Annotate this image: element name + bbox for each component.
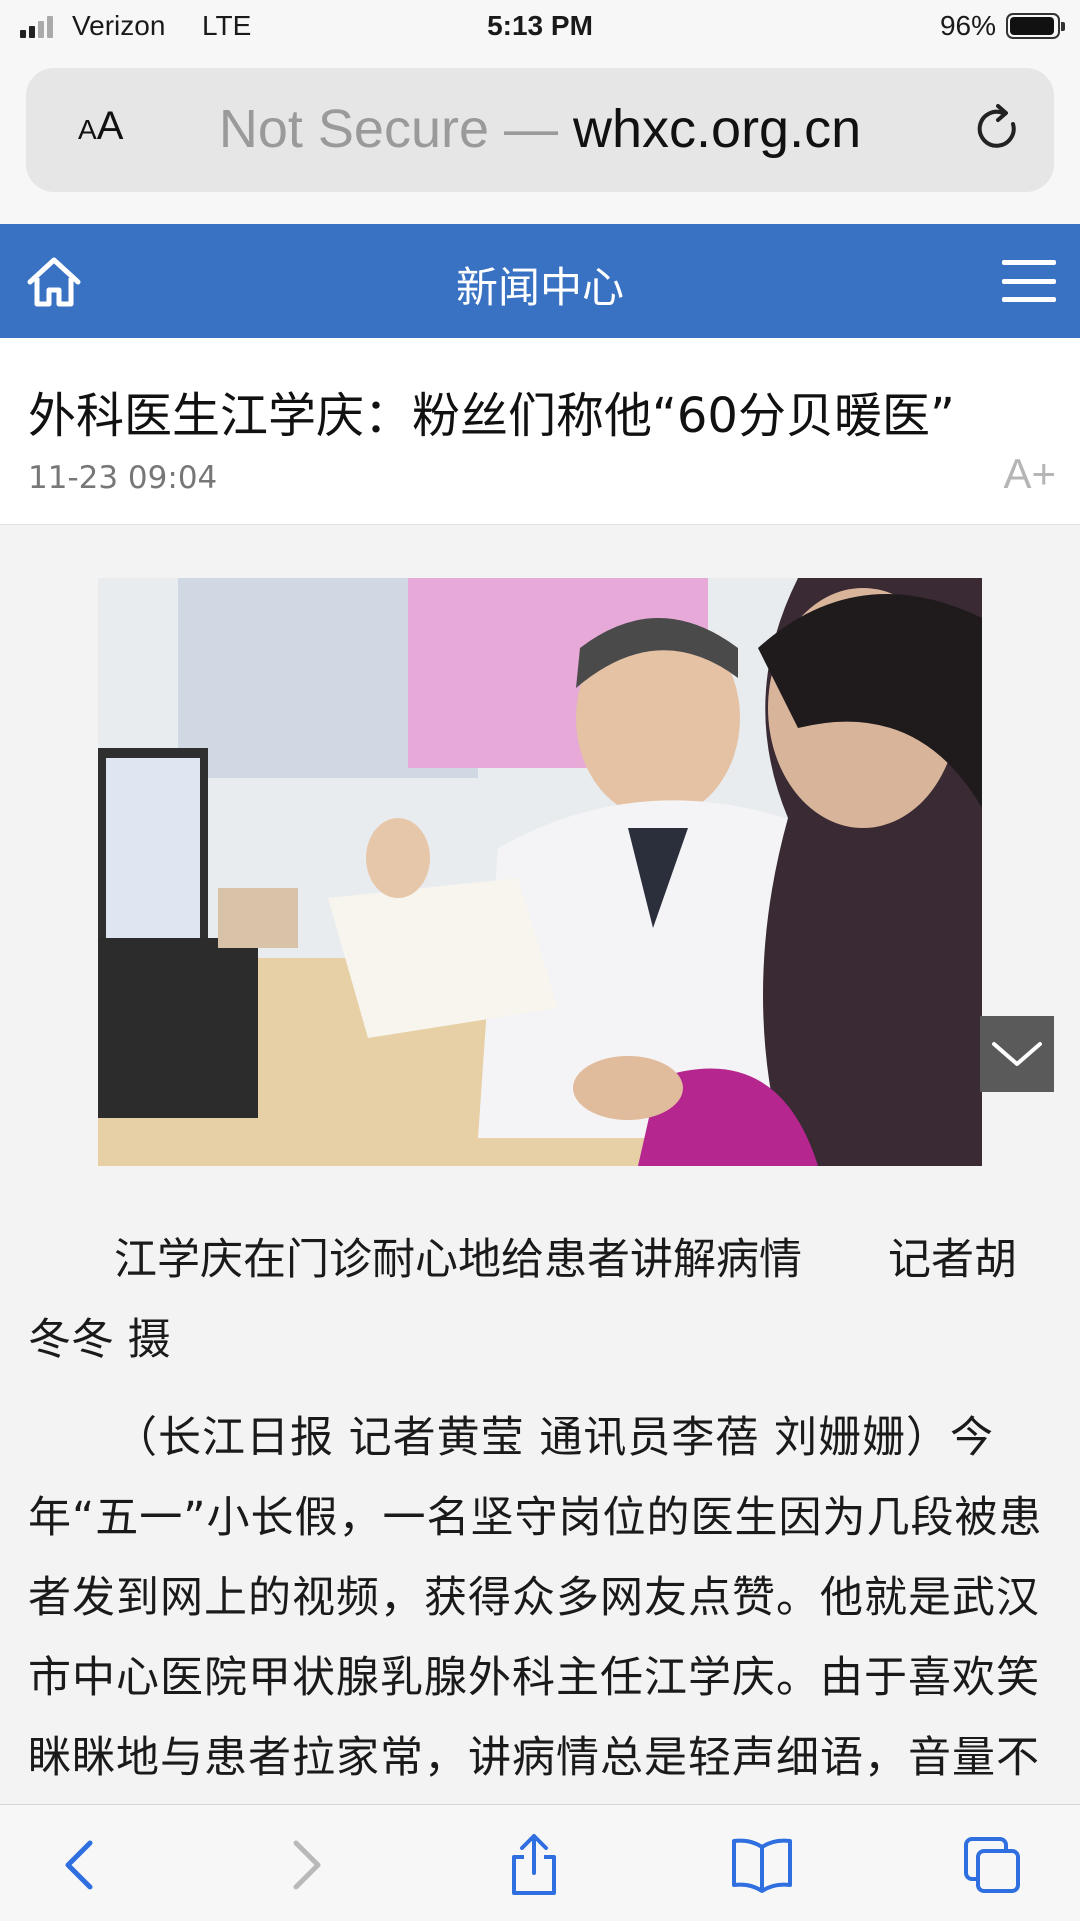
- security-warning: Not Secure —: [218, 99, 573, 159]
- status-time: 5:13 PM: [487, 10, 593, 41]
- article-body: （长江日报 记者黄莹 通讯员李蓓 刘姗姗）今年“五一”小长假，一名坚守岗位的医生…: [28, 1413, 1043, 1818]
- photo-illustration: [98, 578, 982, 1166]
- battery-percent: 96%: [939, 10, 996, 41]
- article-date: 11-23 09:04: [28, 460, 218, 496]
- status-bar: Verizon LTE 5:13 PM 96%: [0, 0, 1080, 56]
- battery-icon: [1006, 13, 1065, 39]
- address-bar[interactable]: AA Not Secure — whxc.org.cn: [26, 68, 1054, 192]
- tabs-icon[interactable]: [960, 1833, 1024, 1897]
- battery-fill: [1010, 17, 1054, 35]
- hamburger-menu-icon[interactable]: [1002, 260, 1056, 302]
- browser-toolbar: [0, 1804, 1080, 1921]
- reload-icon[interactable]: [970, 102, 1024, 156]
- photo-caption: 江学庆在门诊耐心地给患者讲解病情 记者胡冬冬 摄: [28, 1235, 1017, 1365]
- font-size-increase-button[interactable]: A+: [1003, 450, 1056, 498]
- url-display[interactable]: Not Secure — whxc.org.cn: [26, 98, 1054, 160]
- url-domain: whxc.org.cn: [573, 99, 862, 159]
- share-icon[interactable]: [502, 1833, 566, 1897]
- back-icon[interactable]: [50, 1833, 114, 1897]
- bookmarks-icon[interactable]: [730, 1833, 794, 1897]
- article-photo: [98, 578, 982, 1166]
- forward-icon[interactable]: [272, 1833, 336, 1897]
- article-header: 外科医生江学庆：粉丝们称他“60分贝暖医” 11-23 09:04 A+: [0, 338, 1080, 525]
- site-header: 新闻中心: [0, 224, 1080, 338]
- header-title: 新闻中心: [455, 263, 624, 312]
- article-title: 外科医生江学庆：粉丝们称他“60分贝暖医”: [28, 388, 955, 444]
- browser-address-area: AA Not Secure — whxc.org.cn: [0, 56, 1080, 224]
- collapse-button[interactable]: [980, 1016, 1054, 1092]
- chevron-down-icon: [992, 1042, 1042, 1066]
